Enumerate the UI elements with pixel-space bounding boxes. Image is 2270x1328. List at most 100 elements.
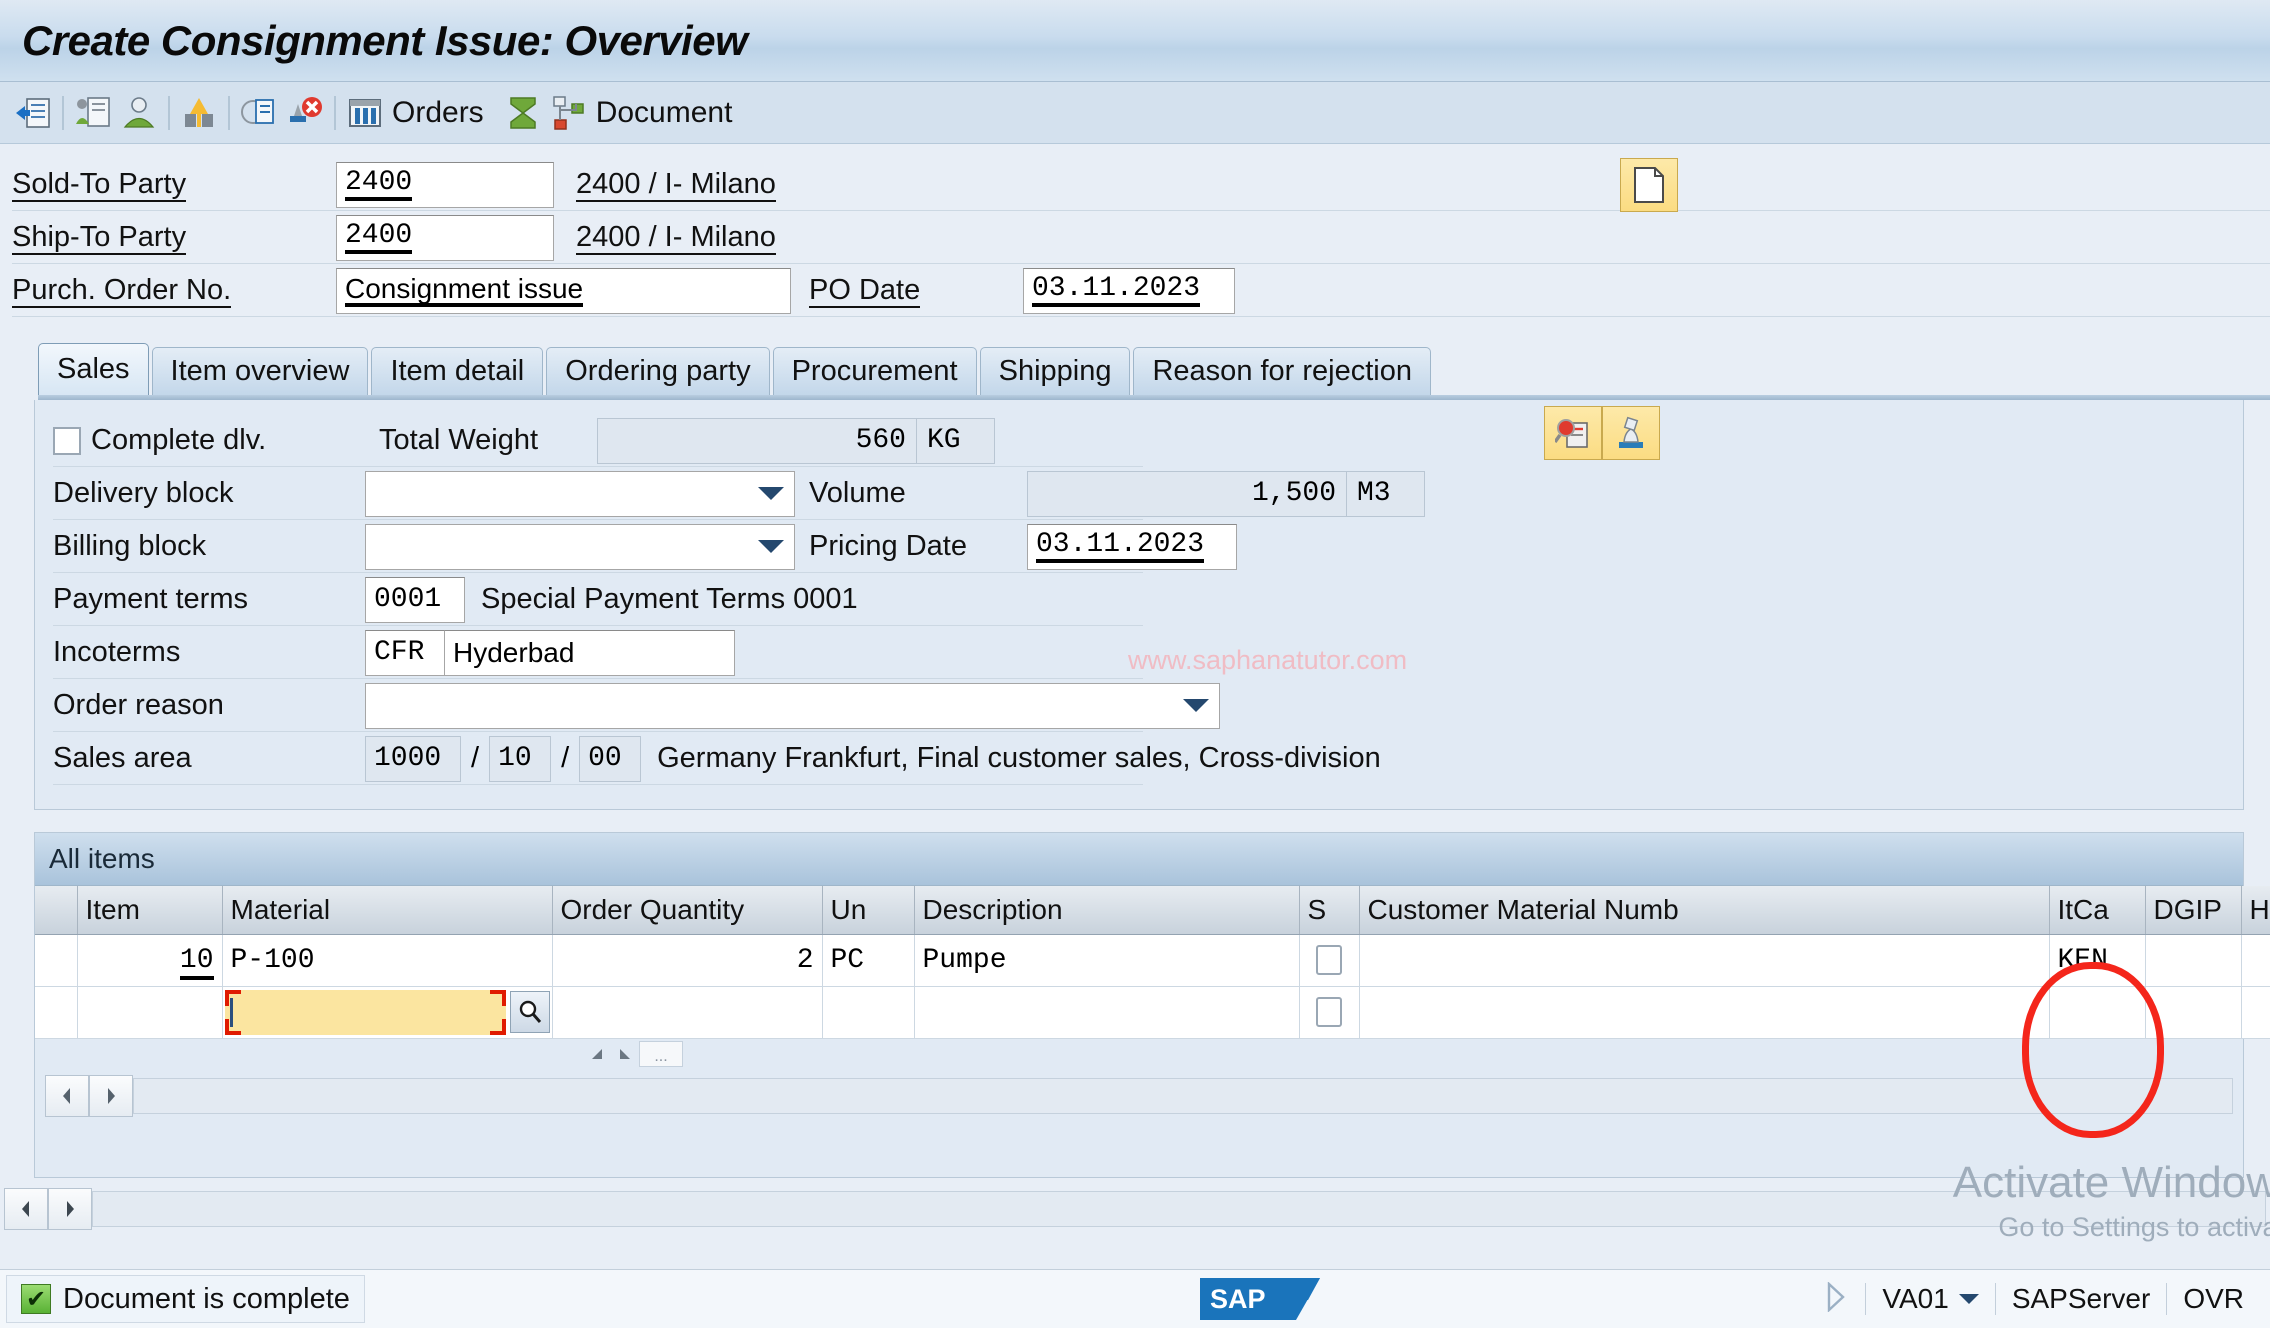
po-date-input[interactable]: 03.11.2023 — [1023, 267, 1235, 314]
row-status-checkbox[interactable] — [1316, 945, 1342, 975]
items-table: Item Material Order Quantity Un Descript… — [35, 886, 2270, 1039]
create-with-reference-icon[interactable] — [70, 90, 116, 136]
status-arrow-icon[interactable] — [1807, 1280, 1865, 1317]
sales-area-channel: 10 — [489, 735, 552, 782]
column-hl[interactable]: HI — [2241, 886, 2270, 935]
column-un[interactable]: Un — [822, 886, 915, 935]
scroll-track[interactable] — [133, 1077, 2233, 1114]
document-button[interactable]: Document — [546, 90, 749, 136]
column-dgip[interactable]: DGIP — [2145, 886, 2242, 935]
total-weight-value: 560 — [597, 417, 917, 464]
column-order-quantity[interactable]: Order Quantity — [552, 886, 823, 935]
tab-ordering-party[interactable]: Ordering party — [546, 347, 770, 395]
cell-material[interactable]: P-100 — [222, 934, 553, 987]
sales-area-separator-2: / — [561, 742, 570, 774]
scroll-track[interactable] — [92, 1190, 2266, 1227]
status-message[interactable]: ✔ Document is complete — [6, 1275, 365, 1323]
column-description[interactable]: Description — [914, 886, 1300, 935]
payment-terms-input[interactable]: 0001 — [365, 576, 465, 623]
cell-item[interactable] — [77, 986, 223, 1039]
scroll-left-icon[interactable] — [4, 1187, 48, 1230]
incompletion-log-icon[interactable] — [176, 90, 222, 136]
svg-text:SAP: SAP — [1210, 1284, 1266, 1314]
transaction-code: VA01 — [1882, 1283, 1949, 1314]
sales-area-row: Sales area 1000 / 10 / 00 Germany Frankf… — [35, 732, 2243, 785]
document-icon — [1634, 167, 1664, 203]
billing-block-dropdown[interactable] — [365, 523, 795, 570]
sold-to-party-input[interactable]: 2400 — [336, 161, 554, 208]
insert-mode[interactable]: OVR — [2166, 1283, 2260, 1315]
status-bar: ✔ Document is complete SAP VA01 SAPServe… — [0, 1269, 2270, 1328]
tab-item-overview[interactable]: Item overview — [151, 347, 369, 395]
cell-description[interactable]: Pumpe — [914, 934, 1300, 987]
volume-label: Volume — [809, 477, 906, 509]
order-reason-dropdown[interactable] — [365, 682, 1220, 729]
cell-customer-material[interactable] — [1359, 934, 2050, 987]
transaction-code-selector[interactable]: VA01 — [1865, 1283, 1994, 1315]
display-document-icon[interactable] — [236, 90, 282, 136]
sap-gui-window: Create Consignment Issue: Overview Order… — [0, 0, 2270, 1328]
cell-itca[interactable] — [2049, 986, 2146, 1039]
row-status-checkbox[interactable] — [1316, 997, 1342, 1027]
cell-un[interactable] — [822, 986, 915, 1039]
column-select[interactable] — [35, 886, 78, 935]
ship-to-party-input[interactable]: 2400 — [336, 214, 554, 261]
tab-shipping[interactable]: Shipping — [979, 347, 1131, 395]
toolbar-separator — [228, 95, 230, 130]
cell-s[interactable] — [1299, 934, 1360, 987]
pricing-date-input[interactable]: 03.11.2023 — [1027, 523, 1237, 570]
tab-reason-for-rejection[interactable]: Reason for rejection — [1133, 347, 1432, 395]
cell-itca[interactable]: KEN — [2049, 934, 2146, 987]
cell-un[interactable]: PC — [822, 934, 915, 987]
sold-to-party-label: Sold-To Party — [12, 168, 187, 202]
scroll-up-icon[interactable] — [583, 1041, 611, 1067]
column-s[interactable]: S — [1299, 886, 1360, 935]
sales-area-separator-1: / — [471, 742, 480, 774]
cell-hl[interactable] — [2241, 986, 2270, 1039]
window-title-bar: Create Consignment Issue: Overview — [0, 0, 2270, 82]
header-document-button[interactable] — [1620, 158, 1678, 212]
grid-config-button[interactable]: ... — [639, 1040, 683, 1067]
search-help-icon[interactable] — [509, 990, 550, 1033]
column-itca[interactable]: ItCa — [2049, 886, 2146, 935]
cell-item[interactable]: 10 — [77, 934, 223, 987]
tab-sales[interactable]: Sales — [38, 343, 149, 395]
complete-dlv-checkbox[interactable] — [53, 426, 81, 455]
incoterms-code-input[interactable]: CFR — [365, 629, 445, 676]
tab-list: Sales Item overview Item detail Ordering… — [38, 343, 2270, 395]
scroll-right-icon[interactable] — [48, 1187, 92, 1230]
cell-description[interactable] — [914, 986, 1300, 1039]
page-horizontal-scrollbar[interactable] — [0, 1186, 2270, 1232]
orders-button[interactable]: Orders — [342, 90, 500, 136]
sap-logo: SAP — [1200, 1276, 1320, 1327]
partner-icon[interactable] — [116, 90, 162, 136]
cell-material-focused[interactable] — [222, 986, 553, 1039]
tab-item-detail[interactable]: Item detail — [371, 347, 544, 395]
scroll-down-icon[interactable] — [611, 1041, 639, 1067]
tab-procurement[interactable]: Procurement — [772, 347, 977, 395]
column-item[interactable]: Item — [77, 886, 223, 935]
enter-icon[interactable] — [10, 90, 56, 136]
chevron-down-icon — [758, 540, 784, 553]
status-right-group: VA01 SAPServer OVR — [1807, 1280, 2260, 1317]
cell-order-quantity[interactable] — [552, 986, 823, 1039]
cell-s[interactable] — [1299, 986, 1360, 1039]
material-input-active[interactable] — [224, 989, 506, 1035]
column-customer-material-number[interactable]: Customer Material Numb — [1359, 886, 2050, 935]
payment-terms-row: Payment terms 0001 Special Payment Terms… — [35, 573, 2243, 626]
cell-order-quantity[interactable]: 2 — [552, 934, 823, 987]
grid-horizontal-scrollbar[interactable] — [35, 1073, 2243, 1127]
cell-customer-material[interactable] — [1359, 986, 2050, 1039]
scroll-left-icon[interactable] — [45, 1074, 89, 1117]
delivery-block-dropdown[interactable] — [365, 470, 795, 517]
row-selector[interactable] — [35, 986, 78, 1039]
column-material[interactable]: Material — [222, 886, 553, 935]
row-selector[interactable] — [35, 934, 78, 987]
order-reason-row: Order reason — [35, 679, 2243, 732]
reject-document-icon[interactable] — [282, 90, 328, 136]
purch-order-no-input[interactable]: Consignment issue — [336, 267, 791, 314]
scroll-right-icon[interactable] — [89, 1074, 133, 1117]
incoterms-text-input[interactable]: Hyderbad — [445, 629, 735, 676]
sum-icon[interactable] — [500, 90, 546, 136]
cell-hl[interactable] — [2241, 934, 2270, 987]
